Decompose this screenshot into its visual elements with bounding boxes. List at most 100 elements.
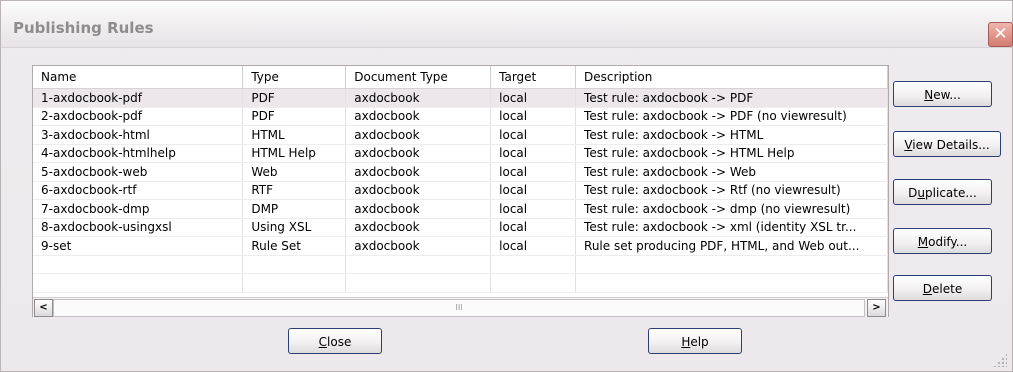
table-row[interactable]: 4-axdocbook-htmlhelp HTML Help axdocbook lo… xyxy=(33,144,888,163)
cell-type: HTML xyxy=(242,125,347,145)
cell-name: 9-set xyxy=(33,236,244,256)
cell-type: PDF xyxy=(242,107,347,126)
cell-type xyxy=(242,255,347,274)
help-button-mnemonic: H xyxy=(681,335,691,349)
cell-type: RTF xyxy=(242,181,347,200)
resize-grip-icon[interactable] xyxy=(993,353,1007,367)
cell-name: 4-axdocbook-htmlhelp xyxy=(33,144,244,163)
table-row[interactable]: 8-axdocbook-usingxsl Using XSL axdocbook lo… xyxy=(33,218,888,237)
cell-description: Test rule: axdocbook -> HTML xyxy=(575,125,888,145)
cell-target: local xyxy=(490,162,577,182)
new-button-mnemonic: N xyxy=(924,88,934,102)
table-row[interactable]: 3-axdocbook-html HTML axdocbook local Test r… xyxy=(33,125,888,145)
table-row[interactable]: 2-axdocbook-pdf PDF axdocbook local Test rul… xyxy=(33,107,888,126)
cell-type: HTML Help xyxy=(242,144,347,163)
table-row[interactable]: 5-axdocbook-web Web axdocbook local Test rul… xyxy=(33,162,888,182)
cell-document-type xyxy=(345,273,492,293)
duplicate-button-label: plicate... xyxy=(925,186,977,200)
cell-name xyxy=(33,255,244,274)
modify-button[interactable]: Modify... xyxy=(893,228,992,254)
cell-document-type: axdocbook xyxy=(345,162,492,182)
cell-document-type: axdocbook xyxy=(345,199,492,219)
cell-target: local xyxy=(490,218,577,237)
cell-name: 7-axdocbook-dmp xyxy=(33,199,244,219)
table-row[interactable] xyxy=(33,255,888,274)
close-button-label: lose xyxy=(327,335,352,349)
view-details-button[interactable]: View Details... xyxy=(893,131,1001,157)
cell-description: Test rule: axdocbook -> PDF xyxy=(575,88,888,108)
cell-description: Test rule: axdocbook -> xml (identity XS… xyxy=(575,218,888,237)
cell-type: Web xyxy=(242,162,347,182)
cell-type xyxy=(242,273,347,293)
cell-description: Test rule: axdocbook -> Rtf (no viewresu… xyxy=(575,181,888,200)
help-button[interactable]: Help xyxy=(648,328,742,354)
help-button-label: elp xyxy=(690,335,709,349)
cell-document-type: axdocbook xyxy=(345,107,492,126)
cell-type: Rule Set xyxy=(242,236,347,256)
scrollbar-thumb[interactable]: III xyxy=(53,299,865,317)
cell-description: Test rule: axdocbook -> dmp (no viewresu… xyxy=(575,199,888,219)
cell-name: 2-axdocbook-pdf xyxy=(33,107,244,126)
close-button-mnemonic: C xyxy=(318,335,328,349)
column-header-target[interactable]: Target xyxy=(490,66,577,89)
column-header-row: Name Type Document Type Target Descripti… xyxy=(33,66,888,89)
close-button[interactable]: Close xyxy=(288,328,382,354)
cell-name: 6-axdocbook-rtf xyxy=(33,181,244,200)
cell-document-type: axdocbook xyxy=(345,218,492,237)
cell-name xyxy=(33,273,244,293)
table-row[interactable]: 7-axdocbook-dmp DMP axdocbook local Test rul… xyxy=(33,199,888,219)
cell-description: Test rule: axdocbook -> PDF (no viewresu… xyxy=(575,107,888,126)
delete-button-label: elete xyxy=(932,282,963,296)
cell-name: 8-axdocbook-usingxsl xyxy=(33,218,244,237)
cell-target: local xyxy=(490,144,577,163)
cell-target xyxy=(490,255,577,274)
cell-type: PDF xyxy=(242,88,347,108)
cell-target: local xyxy=(490,199,577,219)
cell-name: 1-axdocbook-pdf xyxy=(33,88,244,108)
cell-target: local xyxy=(490,88,577,108)
delete-button[interactable]: Delete xyxy=(893,275,992,301)
new-button[interactable]: New... xyxy=(893,81,992,107)
duplicate-button[interactable]: Duplicate... xyxy=(893,179,992,205)
horizontal-scrollbar[interactable]: < III > xyxy=(33,297,888,317)
close-window-icon[interactable]: ✕ xyxy=(988,22,1013,47)
cell-name: 5-axdocbook-web xyxy=(33,162,244,182)
cell-type: Using XSL xyxy=(242,218,347,237)
cell-document-type xyxy=(345,255,492,274)
cell-document-type: axdocbook xyxy=(345,125,492,145)
cell-target: local xyxy=(490,236,577,256)
column-header-name[interactable]: Name xyxy=(33,66,244,89)
new-button-label: ew... xyxy=(933,88,961,102)
rules-list[interactable]: Name Type Document Type Target Descripti… xyxy=(32,65,889,317)
cell-description: Test rule: axdocbook -> HTML Help xyxy=(575,144,888,163)
publishing-rules-dialog: Publishing Rules ✕ Name Type Document Ty… xyxy=(0,0,1013,372)
modify-button-label: odify... xyxy=(928,235,968,249)
column-header-document-type[interactable]: Document Type xyxy=(345,66,492,89)
window-title: Publishing Rules xyxy=(13,19,154,37)
cell-target: local xyxy=(490,125,577,145)
cell-description: Test rule: axdocbook -> Web xyxy=(575,162,888,182)
cell-description xyxy=(575,273,888,293)
modify-button-mnemonic: M xyxy=(917,235,929,249)
scroll-left-arrow-icon[interactable]: < xyxy=(34,299,53,317)
cell-description xyxy=(575,255,888,274)
view-details-button-label: iew Details... xyxy=(912,138,990,152)
cell-document-type: axdocbook xyxy=(345,236,492,256)
table-row[interactable]: 9-set Rule Set axdocbook local Rule set prod… xyxy=(33,236,888,256)
duplicate-button-mnemonic: u xyxy=(917,186,926,200)
table-row[interactable]: 6-axdocbook-rtf RTF axdocbook local Test rul… xyxy=(33,181,888,200)
delete-button-mnemonic: D xyxy=(922,282,933,296)
cell-document-type: axdocbook xyxy=(345,144,492,163)
table-row[interactable] xyxy=(33,273,888,293)
column-header-description[interactable]: Description xyxy=(575,66,888,89)
cell-document-type: axdocbook xyxy=(345,88,492,108)
cell-description: Rule set producing PDF, HTML, and Web ou… xyxy=(575,236,888,256)
table-row[interactable]: 1-axdocbook-pdf PDF axdocbook local Test rul… xyxy=(33,88,888,108)
cell-target: local xyxy=(490,107,577,126)
column-header-type[interactable]: Type xyxy=(242,66,347,89)
scroll-right-arrow-icon[interactable]: > xyxy=(867,299,886,317)
title-bar: Publishing Rules ✕ xyxy=(1,1,1013,48)
rules-table: Name Type Document Type Target Descripti… xyxy=(33,66,888,293)
cell-name: 3-axdocbook-html xyxy=(33,125,244,145)
cell-target xyxy=(490,273,577,293)
